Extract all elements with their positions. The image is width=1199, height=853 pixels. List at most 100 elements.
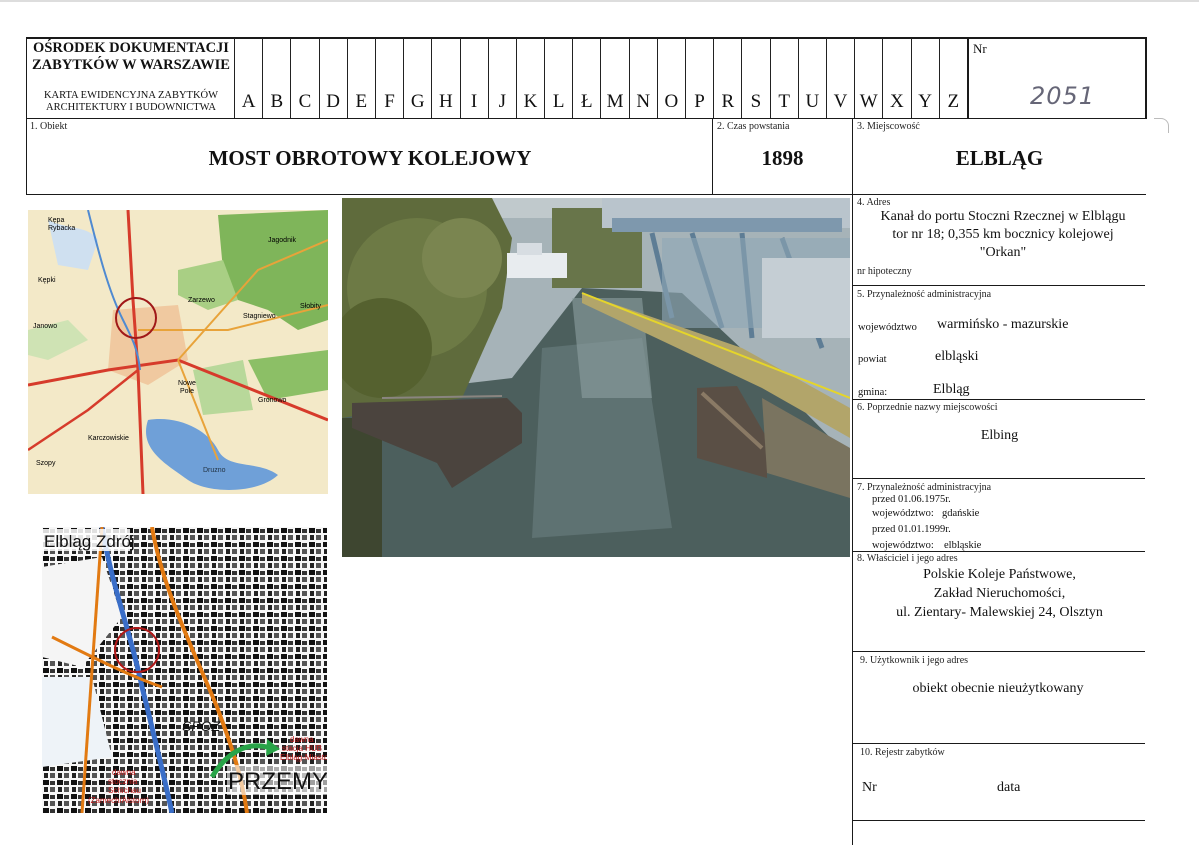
map1-label-rybacka: Rybacka [48, 225, 75, 232]
field7-line3: przed 01.01.1999r. [872, 524, 951, 535]
field10-label: 10. Rejestr zabytków [860, 747, 945, 758]
letter-label: N [636, 91, 651, 112]
field7-line2-label: województwo: [872, 508, 934, 519]
letter-cell-d: D [318, 38, 347, 118]
page-top-edge [0, 0, 1199, 2]
svg-text:Słobity: Słobity [300, 303, 322, 310]
letter-label: A [241, 91, 256, 112]
letter-label: I [470, 91, 478, 112]
letter-label: E [355, 91, 368, 112]
letter-label: V [833, 91, 848, 112]
bridge-photo [342, 198, 850, 557]
alphabet-index: ABCDEFGHIJKLŁMNOPRSTUVWXYZ [234, 38, 967, 118]
letter-label: H [439, 91, 453, 112]
field4-label: 4. Adres [857, 197, 891, 208]
city-map: Elbląg Zdrój dawna stacja HUB Elbląg-Mia… [42, 527, 327, 813]
letter-cell-x: X [882, 38, 910, 118]
letters-right-border [967, 37, 969, 119]
letter-cell-g: G [403, 38, 431, 118]
field6-label: 6. Poprzednie nazwy miejscowości [857, 402, 998, 413]
letter-cell-l: L [544, 38, 572, 118]
field4-bottom-border [852, 285, 1145, 286]
letter-cell-r: R [713, 38, 741, 118]
regional-map: Kępa Rybacka Jagodnik Janowo Kępki Zarze… [28, 210, 328, 494]
svg-text:Kępki: Kępki [38, 277, 56, 284]
letter-cell-v: V [825, 38, 854, 118]
field1-value: MOST OBROTOWY KOLEJOWY [208, 146, 532, 170]
row1-bottom-border [26, 194, 1146, 195]
field4-line3: "Orkan" [979, 245, 1027, 260]
letter-label: P [694, 91, 705, 112]
institution-name: OŚRODEK DOKUMENTACJI ZABYTKÓW W WARSZAWI… [32, 40, 230, 73]
letter-cell-h: H [431, 38, 459, 118]
letter-cell-m: M [600, 38, 628, 118]
letter-label: S [750, 91, 762, 112]
letter-label: U [805, 91, 820, 112]
letter-label: Z [947, 91, 960, 112]
field3-label: 3. Miejscowość [857, 121, 920, 132]
field1-label: 1. Obiekt [30, 121, 68, 132]
header-left-border [26, 37, 27, 195]
regional-map-drawing: Kępa Rybacka Jagodnik Janowo Kępki Zarze… [28, 210, 328, 494]
field9-value: obiekt obecnie nieużytkowany [912, 681, 1084, 696]
header-bottom-border [26, 118, 1146, 119]
letter-label: F [384, 91, 395, 112]
svg-text:Nowe: Nowe [178, 380, 196, 387]
svg-text:Stagniewo: Stagniewo [243, 313, 276, 320]
voivodeship-value: warmińsko - mazurskie [937, 317, 1069, 332]
field6-value: Elbing [980, 428, 1019, 443]
svg-text:Elbląg-Miasto: Elbląg-Miasto [280, 753, 327, 762]
svg-text:Zarzewo: Zarzewo [188, 297, 215, 304]
field2-label: 2. Czas powstania [717, 121, 790, 132]
svg-text:Schichau: Schichau [108, 786, 141, 795]
commune-label: gmina: [858, 387, 888, 398]
field7-line4-value: elbląskie [944, 540, 982, 551]
city-map-district-label: Elbląg Zdrój [44, 532, 135, 551]
letter-cell-k: K [515, 38, 544, 118]
letter-cell-ł: Ł [572, 38, 600, 118]
letter-label: D [326, 91, 341, 112]
mortgage-label: nr hipoteczny [857, 266, 912, 277]
field7-line1: przed 01.06.1975r. [872, 494, 951, 505]
field7-label: 7. Przynależność administracyjna [857, 482, 992, 493]
letter-cell-a: A [234, 38, 262, 118]
letter-label: W [859, 91, 878, 112]
map1-label-kepa: Kępa [48, 217, 64, 224]
svg-text:Druzno: Druzno [203, 467, 226, 474]
letter-label: R [721, 91, 735, 112]
field7-bottom-border [852, 551, 1145, 552]
letter-label: M [606, 91, 624, 112]
field5-bottom-border [852, 399, 1145, 400]
letter-label: T [778, 91, 790, 112]
field8-bottom-border [852, 651, 1145, 652]
city-map-annotation-station: dawna [290, 735, 314, 744]
letter-cell-c: C [290, 38, 318, 118]
svg-text:Janowo: Janowo [33, 323, 57, 330]
nr-box-right-border [1145, 37, 1147, 119]
letter-label: G [410, 91, 425, 112]
field5-label: 5. Przynależność administracyjna [857, 289, 992, 300]
field8-line2: Zakład Nieruchomości, [933, 586, 1066, 601]
letter-cell-n: N [628, 38, 657, 118]
letter-cell-w: W [854, 38, 882, 118]
county-label: powiat [858, 354, 887, 365]
letter-label: J [498, 91, 506, 112]
letter-label: B [270, 91, 284, 112]
letter-label: O [664, 91, 679, 112]
county-value: elbląski [935, 349, 979, 364]
field8-line3: ul. Zientary- Malewskiej 24, Olsztyn [896, 605, 1103, 620]
field3-value: ELBLĄG [955, 146, 1044, 170]
field2-value: 1898 [761, 146, 804, 170]
svg-text:Szopy: Szopy [36, 460, 56, 467]
field8-label: 8. Właściciel i jego adres [857, 553, 958, 564]
letter-cell-i: I [459, 38, 488, 118]
letter-cell-u: U [797, 38, 826, 118]
letter-cell-f: F [374, 38, 403, 118]
letter-cell-y: Y [910, 38, 939, 118]
city-map-annotation-shipyard: dawna [112, 768, 136, 777]
field7-line4-label: województwo: [872, 540, 934, 551]
letter-cell-t: T [769, 38, 798, 118]
field9-label: 9. Użytkownik i jego adres [860, 655, 969, 666]
card-type: KARTA EWIDENCYJNA ZABYTKÓW ARCHITEKTURY … [43, 90, 219, 113]
svg-text:Karczowiskie: Karczowiskie [88, 435, 129, 442]
